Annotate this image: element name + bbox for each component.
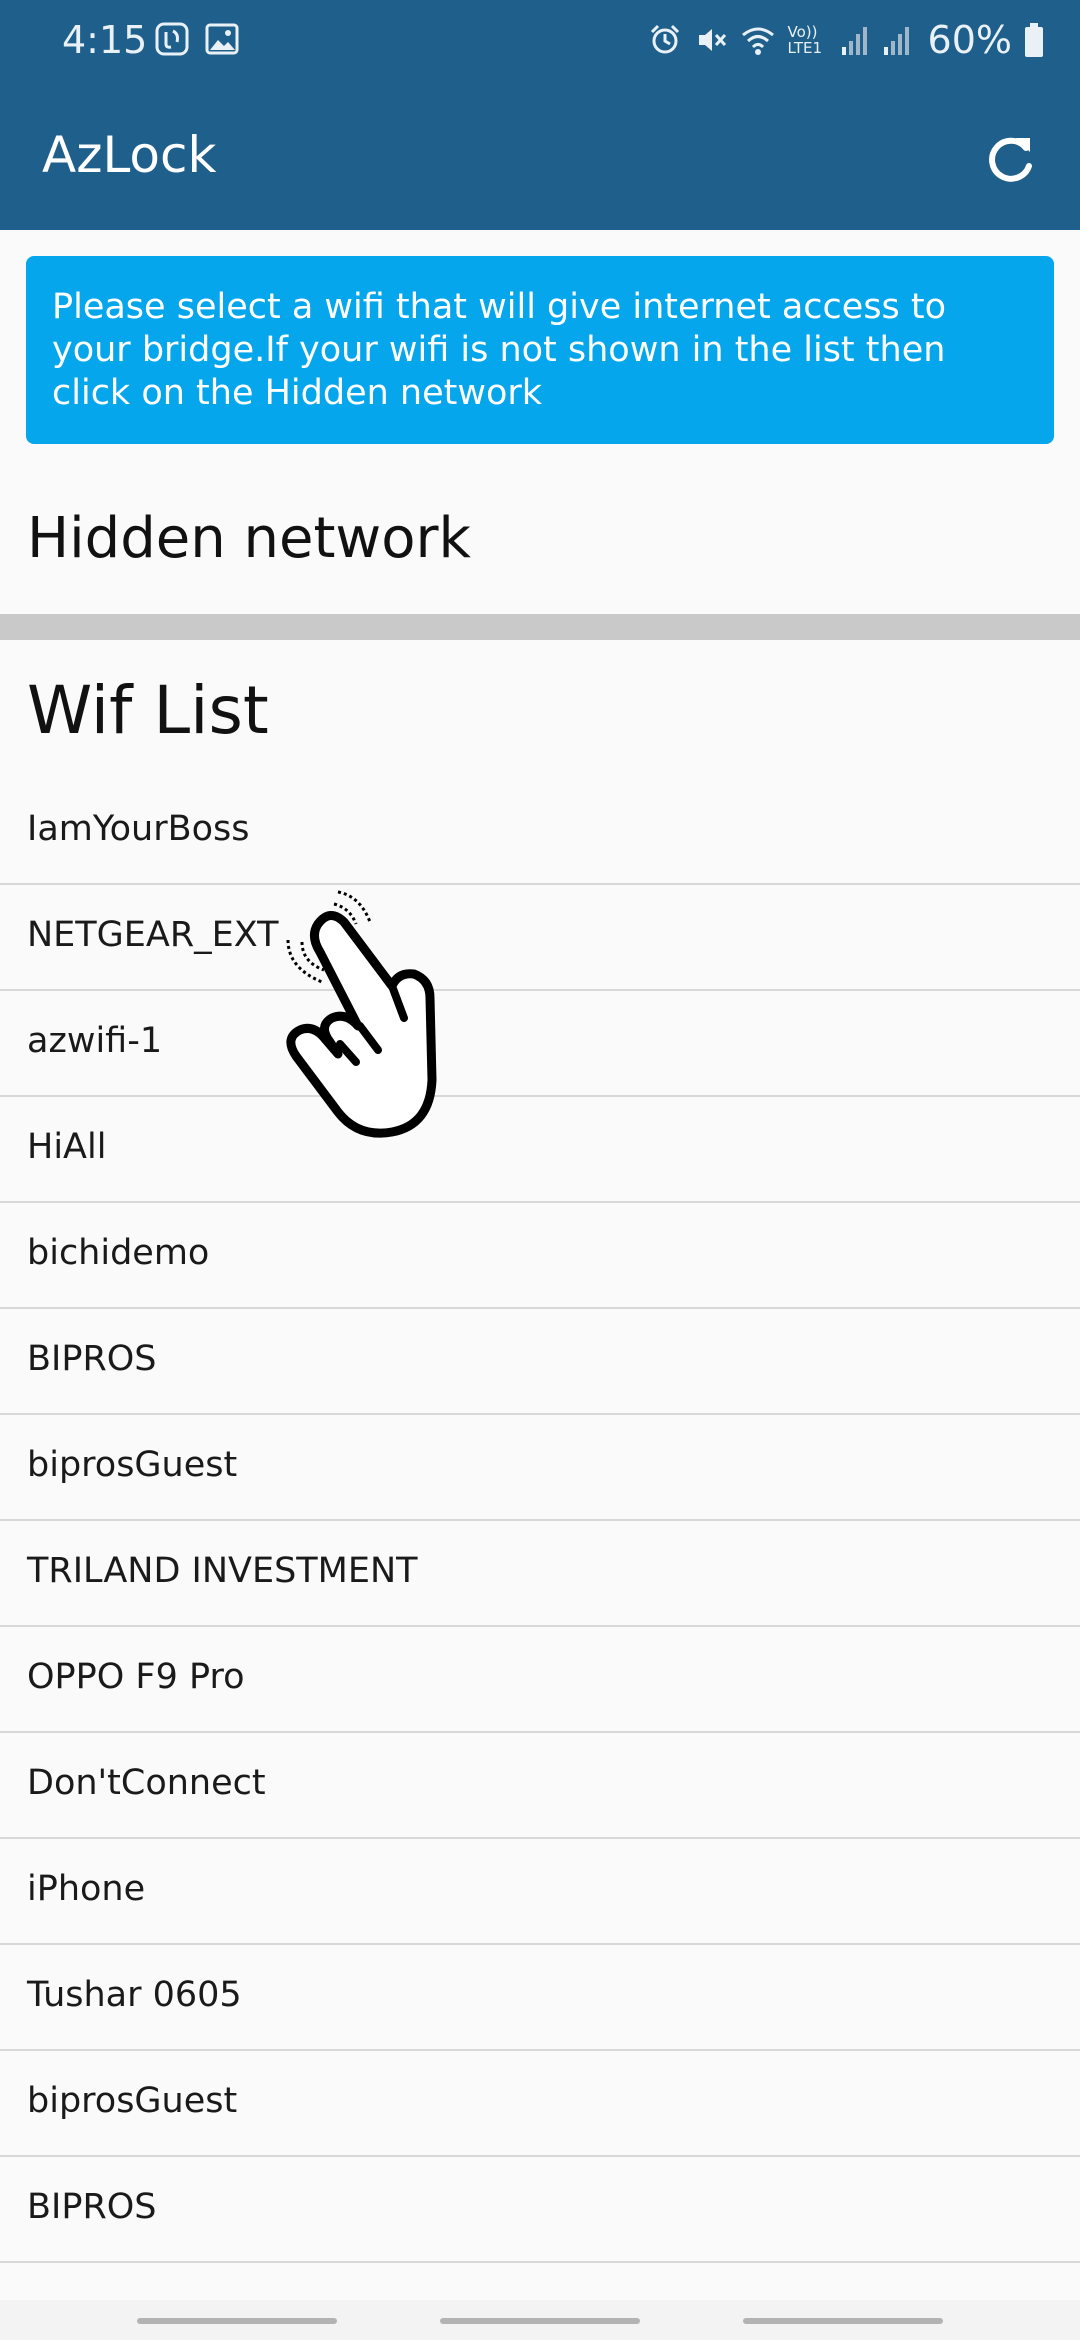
wifi-name: bichidemo — [27, 1233, 210, 1273]
wifi-name: BIPROS — [27, 1339, 157, 1379]
app-title: AzLock — [42, 126, 217, 184]
notification-icons — [155, 22, 239, 56]
wifi-name: TRILAND INVESTMENT — [27, 1551, 418, 1591]
status-bar: 4:15 Vo)) LTE1 60% — [0, 0, 1080, 84]
wifi-list-title: Wif List — [27, 672, 269, 749]
battery-percent: 60% — [927, 18, 1012, 62]
wifi-name: HiAll — [27, 1127, 107, 1167]
wifi-list-item[interactable]: NETGEAR_EXT — [0, 885, 1080, 991]
nav-home-button[interactable] — [440, 2318, 640, 2324]
wifi-name: iPhone — [27, 1869, 146, 1909]
navigation-bar — [0, 2300, 1080, 2340]
battery-icon — [1025, 23, 1043, 57]
nav-recent-button[interactable] — [137, 2318, 337, 2324]
wifi-list-item[interactable]: TRILAND INVESTMENT — [0, 1521, 1080, 1627]
nav-back-button[interactable] — [743, 2318, 943, 2324]
wifi-name: OPPO F9 Pro — [27, 1657, 245, 1697]
app-bar: AzLock — [0, 84, 1080, 230]
wifi-list: IamYourBoss NETGEAR_EXT azwifi-1 HiAll b… — [0, 779, 1080, 2263]
mute-icon — [698, 29, 726, 51]
info-banner: Please select a wifi that will give inte… — [26, 256, 1054, 444]
wifi-list-item[interactable]: BIPROS — [0, 1309, 1080, 1415]
wifi-list-item[interactable]: IamYourBoss — [0, 779, 1080, 885]
wifi-name: Tushar 0605 — [27, 1975, 242, 2015]
wifi-list-item[interactable]: bichidemo — [0, 1203, 1080, 1309]
gallery-icon — [205, 23, 239, 55]
status-time: 4:15 — [62, 18, 148, 62]
refresh-icon[interactable] — [980, 130, 1040, 190]
wifi-list-item[interactable]: Don'tConnect — [0, 1733, 1080, 1839]
wifi-name: Don'tConnect — [27, 1763, 266, 1803]
wifi-name: IamYourBoss — [27, 809, 250, 849]
signal-icon — [841, 27, 867, 55]
wifi-name: BIPROS — [27, 2187, 157, 2227]
jiosaavn-icon — [155, 22, 189, 56]
wifi-name: NETGEAR_EXT — [27, 915, 279, 955]
wifi-list-item[interactable]: HiAll — [0, 1097, 1080, 1203]
wifi-list-item[interactable]: BIPROS — [0, 2157, 1080, 2263]
alarm-icon — [650, 24, 679, 54]
hidden-network-label: Hidden network — [27, 506, 471, 571]
wifi-name: biprosGuest — [27, 2081, 238, 2121]
wifi-list-item[interactable]: biprosGuest — [0, 2051, 1080, 2157]
wifi-name: biprosGuest — [27, 1445, 238, 1485]
hidden-network-button[interactable]: Hidden network — [0, 470, 1080, 610]
signal-icon — [883, 27, 909, 55]
volte-icon: Vo)) LTE1 — [787, 23, 823, 57]
wifi-name: azwifi-1 — [27, 1021, 163, 1061]
section-divider — [0, 614, 1080, 640]
wifi-list-item[interactable]: biprosGuest — [0, 1415, 1080, 1521]
system-icons: Vo)) LTE1 60% — [648, 18, 1044, 62]
wifi-list-item[interactable]: Tushar 0605 — [0, 1945, 1080, 2051]
wifi-list-item[interactable]: OPPO F9 Pro — [0, 1627, 1080, 1733]
wifi-list-item[interactable]: iPhone — [0, 1839, 1080, 1945]
wifi-list-item[interactable]: azwifi-1 — [0, 991, 1080, 1097]
wifi-icon — [741, 27, 774, 55]
